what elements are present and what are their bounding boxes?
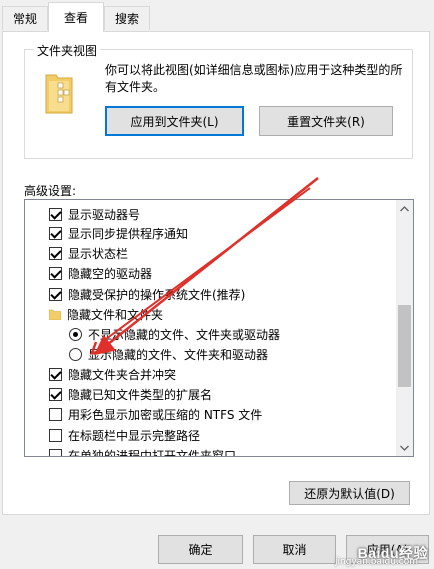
tab-label: 搜索 xyxy=(114,12,139,26)
setting-label: 显示隐藏的文件、文件夹和驱动器 xyxy=(88,347,269,362)
setting-label: 在标题栏中显示完整路径 xyxy=(68,428,201,443)
setting-show-drive-letters[interactable]: 显示驱动器号 xyxy=(49,204,140,224)
folder-icon xyxy=(49,309,61,320)
setting-hide-extensions[interactable]: 隐藏已知文件类型的扩展名 xyxy=(49,384,212,404)
button-label: 取消 xyxy=(282,543,307,557)
setting-separate-process[interactable]: 在单独的进程中打开文件夹窗口 xyxy=(49,445,237,457)
setting-group-hidden-files: 隐藏文件和文件夹 xyxy=(49,304,163,324)
setting-color-ntfs[interactable]: 用彩色显示加密或压缩的 NTFS 文件 xyxy=(49,404,262,424)
button-label: 重置文件夹(R) xyxy=(287,114,365,129)
tab-strip: 常规 查看 搜索 xyxy=(0,0,434,33)
checkbox[interactable] xyxy=(49,266,62,280)
chevron-down-icon xyxy=(400,445,409,451)
tab-view[interactable]: 查看 xyxy=(48,2,104,32)
setting-label: 显示驱动器号 xyxy=(68,207,141,222)
checkbox[interactable] xyxy=(49,287,62,301)
checkbox[interactable] xyxy=(49,367,62,381)
tab-general[interactable]: 常规 xyxy=(2,6,48,30)
setting-show-status-bar[interactable]: 显示状态栏 xyxy=(49,243,128,263)
setting-label: 隐藏已知文件类型的扩展名 xyxy=(68,387,213,402)
checkbox[interactable] xyxy=(49,207,62,221)
checkbox[interactable] xyxy=(49,246,62,260)
radio-button[interactable] xyxy=(69,347,82,361)
restore-defaults-button[interactable]: 还原为默认值(D) xyxy=(289,481,410,505)
cancel-button[interactable]: 取消 xyxy=(253,535,336,564)
setting-full-path-title[interactable]: 在标题栏中显示完整路径 xyxy=(49,425,200,445)
advanced-settings-label: 高级设置: xyxy=(24,184,77,198)
setting-dont-show-hidden[interactable]: 不显示隐藏的文件、文件夹或驱动器 xyxy=(69,324,280,344)
setting-show-hidden[interactable]: 显示隐藏的文件、文件夹和驱动器 xyxy=(69,344,268,364)
advanced-settings-list[interactable]: 显示驱动器号 显示同步提供程序通知 显示状态栏 隐藏空的驱动器 隐藏受保护的操作… xyxy=(24,199,414,457)
setting-label: 隐藏受保护的操作系统文件(推荐) xyxy=(68,287,246,302)
checkbox[interactable] xyxy=(49,448,62,456)
setting-show-sync-notifications[interactable]: 显示同步提供程序通知 xyxy=(49,223,188,243)
setting-hide-merge-conflicts[interactable]: 隐藏文件夹合并冲突 xyxy=(49,364,176,384)
tab-label: 查看 xyxy=(63,11,88,25)
tab-label: 常规 xyxy=(12,12,37,26)
setting-label: 显示同步提供程序通知 xyxy=(68,226,189,241)
scroll-up-arrow[interactable] xyxy=(396,200,413,217)
checkbox[interactable] xyxy=(49,226,62,240)
setting-label: 隐藏文件夹合并冲突 xyxy=(68,367,177,382)
checkbox[interactable] xyxy=(49,428,62,442)
scroll-thumb[interactable] xyxy=(398,305,411,387)
folder-views-description: 你可以将此视图(如详细信息或图标)应用于这种类型的所有文件夹。 xyxy=(105,63,403,94)
radio-button[interactable] xyxy=(69,327,82,341)
setting-hide-protected-os-files[interactable]: 隐藏受保护的操作系统文件(推荐) xyxy=(49,284,245,304)
tab-search[interactable]: 搜索 xyxy=(104,6,150,30)
chevron-up-icon xyxy=(400,205,409,211)
setting-label: 不显示隐藏的文件、文件夹或驱动器 xyxy=(88,327,281,342)
checkbox[interactable] xyxy=(49,407,62,421)
setting-hide-empty-drives[interactable]: 隐藏空的驱动器 xyxy=(49,263,152,283)
setting-label: 显示状态栏 xyxy=(68,246,129,261)
ok-button[interactable]: 确定 xyxy=(158,535,243,564)
scroll-down-arrow[interactable] xyxy=(396,439,413,456)
setting-label: 用彩色显示加密或压缩的 NTFS 文件 xyxy=(68,407,263,422)
button-label: 还原为默认值(D) xyxy=(304,486,395,501)
folder-icon xyxy=(45,74,73,114)
setting-label: 隐藏文件和文件夹 xyxy=(67,307,164,322)
folder-views-title: 文件夹视图 xyxy=(34,42,101,59)
checkbox[interactable] xyxy=(49,387,62,401)
setting-label: 在单独的进程中打开文件夹窗口 xyxy=(68,448,237,457)
setting-label: 隐藏空的驱动器 xyxy=(68,266,153,281)
vertical-scrollbar[interactable] xyxy=(396,200,413,456)
reset-folders-button[interactable]: 重置文件夹(R) xyxy=(259,106,393,136)
button-label: 确定 xyxy=(188,543,213,557)
apply-to-folders-button[interactable]: 应用到文件夹(L) xyxy=(105,106,244,136)
button-label: 应用到文件夹(L) xyxy=(130,114,219,129)
watermark-url: jingyan.baidu.com xyxy=(334,557,418,567)
